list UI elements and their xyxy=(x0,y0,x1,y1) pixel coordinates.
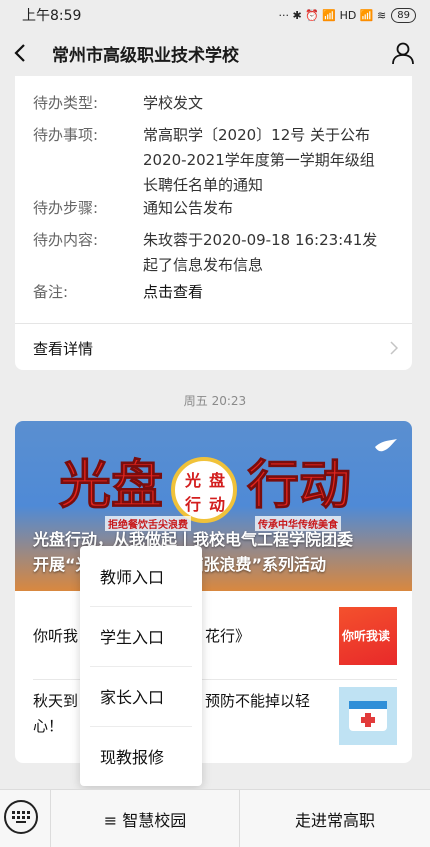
row-label: 待办事项: xyxy=(33,126,99,144)
article-title-right: 预防不能掉以轻 xyxy=(205,692,311,710)
row-value: 朱玫蓉于2020-09-18 16:23:41发 起了信息发布信息 xyxy=(143,228,377,278)
row-value-line: 常高职学〔2020〕12号 关于公布 xyxy=(143,126,371,144)
thumbnail-text: 你听我读 xyxy=(342,629,391,643)
article-title-left: 你听我 xyxy=(33,627,79,645)
message-row-remark: 备注: 点击查看 xyxy=(33,280,398,305)
article-title-left: 秋天到 xyxy=(33,692,79,710)
battery-icon: 89 xyxy=(391,7,416,23)
dove-icon xyxy=(375,439,397,452)
row-value-line: 起了信息发布信息 xyxy=(143,256,264,274)
article-thumbnail xyxy=(339,687,397,745)
row-label: 待办类型: xyxy=(33,94,99,112)
message-row-step: 待办步骤: 通知公告发布 xyxy=(33,196,398,221)
message-row-item: 待办事项: 常高职学〔2020〕12号 关于公布 2020-2021学年度第一学… xyxy=(33,123,398,198)
person-icon xyxy=(392,42,414,65)
article-title-right: 花行》 xyxy=(205,627,251,645)
menu-item-repair[interactable]: 现教报修 xyxy=(80,726,202,786)
banner-text-right: 行动 xyxy=(246,456,352,517)
app-header: 常州市高级职业技术学校 xyxy=(0,30,430,76)
status-bar: 上午8:59 ··· ✱ ⏰ 📶 HD 📶 ≋ 89 xyxy=(0,0,430,30)
profile-button[interactable] xyxy=(390,40,416,66)
banner-text-left: 光盘 xyxy=(58,456,164,517)
plate-char: 光 xyxy=(185,471,202,490)
row-label: 备注: xyxy=(33,283,69,301)
status-indicator-icons: ··· ✱ ⏰ 📶 HD 📶 ≋ xyxy=(278,8,387,22)
menu-item-parent[interactable]: 家长入口 xyxy=(80,666,202,726)
row-value-line: 朱玫蓉于2020-09-18 16:23:41发 xyxy=(143,231,378,249)
bottom-menu-bar: ≡ 智慧校园 走进常高职 xyxy=(0,789,430,847)
article-title-line2: 心！ xyxy=(33,717,64,735)
row-label: 待办内容: xyxy=(33,231,99,249)
message-timestamp: 周五 20:23 xyxy=(183,394,247,408)
plate-char: 盘 xyxy=(209,471,226,490)
chevron-right-icon xyxy=(390,341,398,355)
menu-item-teacher[interactable]: 教师入口 xyxy=(80,546,202,606)
status-icons: ··· ✱ ⏰ 📶 HD 📶 ≋ 89 xyxy=(278,7,416,23)
row-value-line: 2020-2021学年度第一学期年级组 xyxy=(143,151,375,169)
back-button[interactable] xyxy=(14,38,36,68)
chevron-left-icon xyxy=(14,44,25,62)
keyboard-toggle-button[interactable] xyxy=(4,800,38,834)
plate-char: 行 xyxy=(185,495,202,514)
row-value: 学校发文 xyxy=(143,94,204,112)
plate-logo: 光 盘 行 动 xyxy=(171,457,237,523)
menu-about-school[interactable]: 走进常高职 xyxy=(240,790,430,847)
article-card: 光盘 光 盘 行 动 行动 拒绝餐饮舌尖浪费 传承中华传统美食 光盘行动，从我做… xyxy=(15,421,412,763)
menu-item-student[interactable]: 学生入口 xyxy=(80,606,202,666)
row-value: 常高职学〔2020〕12号 关于公布 2020-2021学年度第一学期年级组 长… xyxy=(143,123,375,198)
row-value-line: 长聘任名单的通知 xyxy=(143,176,264,194)
divider xyxy=(15,323,412,324)
medical-kit-icon xyxy=(349,701,387,731)
view-details-link[interactable]: 查看详情 xyxy=(33,334,398,362)
menu-smart-campus[interactable]: ≡ 智慧校园 xyxy=(51,790,239,847)
keyboard-icon xyxy=(12,811,30,823)
row-label: 待办步骤: xyxy=(33,199,99,217)
remark-link[interactable]: 点击查看 xyxy=(143,280,203,305)
message-row-type: 待办类型: 学校发文 xyxy=(33,91,398,116)
view-details-label: 查看详情 xyxy=(33,339,94,358)
row-value: 通知公告发布 xyxy=(143,199,234,217)
submenu-popup: 教师入口 学生入口 家长入口 现教报修 xyxy=(80,546,202,786)
article-thumbnail: 你听我读 xyxy=(339,607,397,665)
status-time: 上午8:59 xyxy=(22,8,82,24)
plate-char: 动 xyxy=(209,495,226,514)
message-row-content: 待办内容: 朱玫蓉于2020-09-18 16:23:41发 起了信息发布信息 xyxy=(33,228,398,278)
article-banner[interactable]: 光盘 光 盘 行 动 行动 拒绝餐饮舌尖浪费 传承中华传统美食 光盘行动，从我做… xyxy=(15,421,412,591)
template-message-card[interactable]: 待办类型: 学校发文 待办事项: 常高职学〔2020〕12号 关于公布 2020… xyxy=(15,76,412,370)
page-title: 常州市高级职业技术学校 xyxy=(52,45,239,66)
